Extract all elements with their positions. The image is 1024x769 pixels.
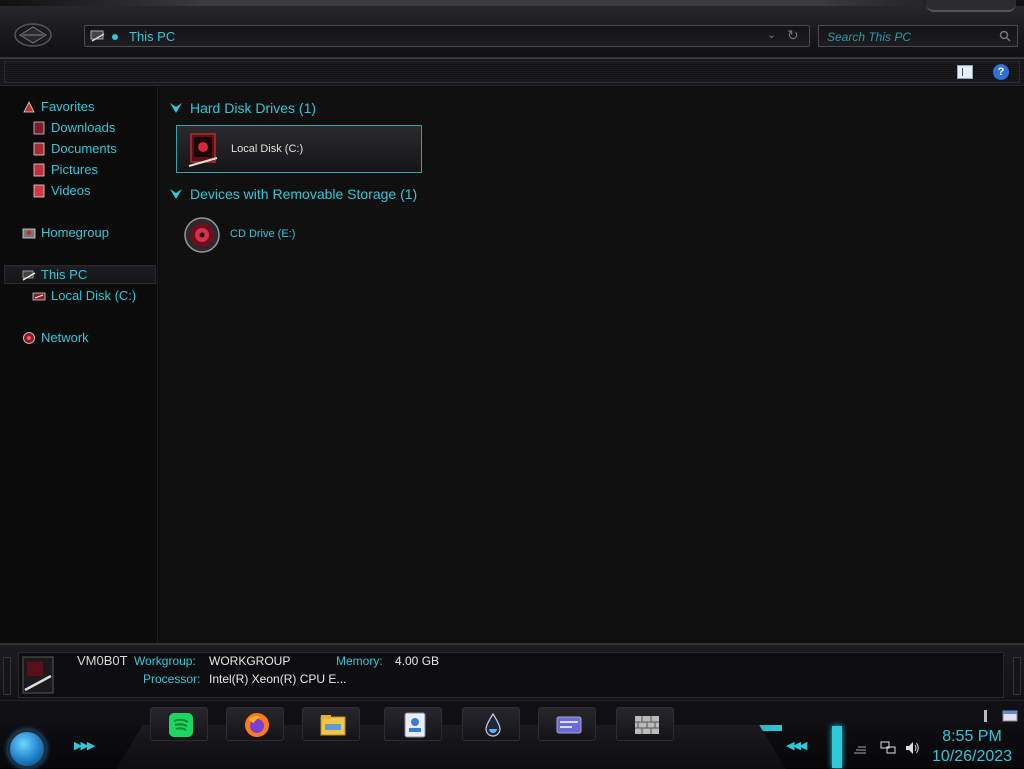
spotify-icon xyxy=(169,713,193,737)
hard-drive-icon xyxy=(188,133,218,167)
documents-icon xyxy=(33,142,45,156)
taskbar-app-contacts[interactable] xyxy=(384,707,442,741)
search-input[interactable]: Search This PC xyxy=(818,25,1018,47)
address-separator-icon xyxy=(112,34,118,40)
command-bar: ? xyxy=(0,58,1024,86)
navigation-pane: Favorites Downloads Documents Pictures V… xyxy=(0,87,158,643)
workgroup-value: WORKGROUP xyxy=(209,654,291,668)
taskbar: ▶▶▶ ◀◀◀ 8:55 PM 10/26/2023 xyxy=(0,700,1024,769)
clock-date[interactable]: 10/26/2023 xyxy=(924,748,1020,766)
favorites-icon xyxy=(23,101,35,113)
firefox-icon xyxy=(245,713,269,737)
network-icon xyxy=(23,332,35,344)
cd-drive-icon xyxy=(184,217,220,253)
chevron-down-icon[interactable] xyxy=(169,101,183,115)
homegroup-icon xyxy=(22,228,36,239)
pictures-icon xyxy=(33,163,45,177)
tray-window-icon[interactable] xyxy=(1002,709,1018,723)
memory-label: Memory: xyxy=(336,654,383,668)
preview-pane-icon[interactable] xyxy=(957,65,973,79)
details-left-edge xyxy=(3,657,11,695)
explorer-window: This PC ⌄ ↻ Search This PC ? Favorites D… xyxy=(0,0,1024,700)
computer-icon xyxy=(90,30,105,42)
hard-drive-icon xyxy=(32,292,46,301)
refresh-icon[interactable]: ↻ xyxy=(787,27,799,44)
computer-name: VM0B0T xyxy=(77,653,128,668)
videos-icon xyxy=(33,184,45,198)
pinned-apps-dock xyxy=(116,725,786,769)
id-card-icon xyxy=(556,716,582,734)
chevron-down-icon[interactable]: ⌄ xyxy=(767,28,776,41)
downloads-icon xyxy=(33,121,45,135)
processor-value: Intel(R) Xeon(R) CPU E... xyxy=(209,672,347,686)
details-pane: VM0B0T Workgroup: WORKGROUP Memory: 4.00… xyxy=(0,643,1024,700)
drive-tile-local-disk[interactable]: Local Disk (C:) xyxy=(176,125,422,173)
taskbar-app-firefox[interactable] xyxy=(226,707,284,741)
computer-thumbnail-icon xyxy=(22,656,54,694)
drive-label-local-disk: Local Disk (C:) xyxy=(231,143,304,155)
clock-time[interactable]: 8:55 PM xyxy=(924,728,1020,746)
taskbar-app-id-card[interactable] xyxy=(538,707,596,741)
address-bar[interactable]: This PC ⌄ ↻ xyxy=(84,25,810,47)
taskbar-right-chevrons-icon: ◀◀◀ xyxy=(786,740,807,752)
show-desktop-button[interactable] xyxy=(832,726,842,768)
tray-menu-icon[interactable] xyxy=(978,709,994,723)
network-status-icon[interactable] xyxy=(880,741,896,755)
water-drop-icon xyxy=(485,712,501,737)
taskbar-app-spotify[interactable] xyxy=(150,707,208,741)
processor-label: Processor: xyxy=(143,672,201,686)
back-forward-icon[interactable] xyxy=(14,22,52,48)
taskbar-left-chevrons-icon: ▶▶▶ xyxy=(74,740,95,752)
memory-value: 4.00 GB xyxy=(395,654,440,668)
firewall-icon xyxy=(635,716,659,734)
file-explorer-icon xyxy=(320,715,346,736)
tray-overflow-icon[interactable] xyxy=(852,741,868,755)
contacts-icon xyxy=(404,712,426,738)
title-bar: This PC ⌄ ↻ Search This PC xyxy=(0,0,1024,58)
computer-icon xyxy=(22,270,36,281)
taskbar-app-file-explorer[interactable] xyxy=(302,707,360,741)
search-placeholder: Search This PC xyxy=(827,30,912,44)
chevron-down-icon[interactable] xyxy=(169,187,183,201)
help-icon[interactable]: ? xyxy=(993,64,1009,80)
address-path[interactable]: This PC xyxy=(129,29,175,44)
volume-icon[interactable] xyxy=(904,741,920,755)
workgroup-label: Workgroup: xyxy=(134,654,196,668)
drive-tile-cd-drive[interactable]: CD Drive (E:) xyxy=(176,211,422,259)
taskbar-app-water-drop[interactable] xyxy=(462,707,520,741)
start-button[interactable] xyxy=(8,730,46,768)
drive-label-cd-drive: CD Drive (E:) xyxy=(230,228,296,240)
details-right-edge xyxy=(1013,657,1021,695)
content-pane: Hard Disk Drives (1) Local Disk (C:) Dev… xyxy=(159,87,1024,643)
window-controls[interactable] xyxy=(926,0,1016,12)
taskbar-app-firewall[interactable] xyxy=(616,707,674,741)
search-icon[interactable] xyxy=(999,30,1011,42)
